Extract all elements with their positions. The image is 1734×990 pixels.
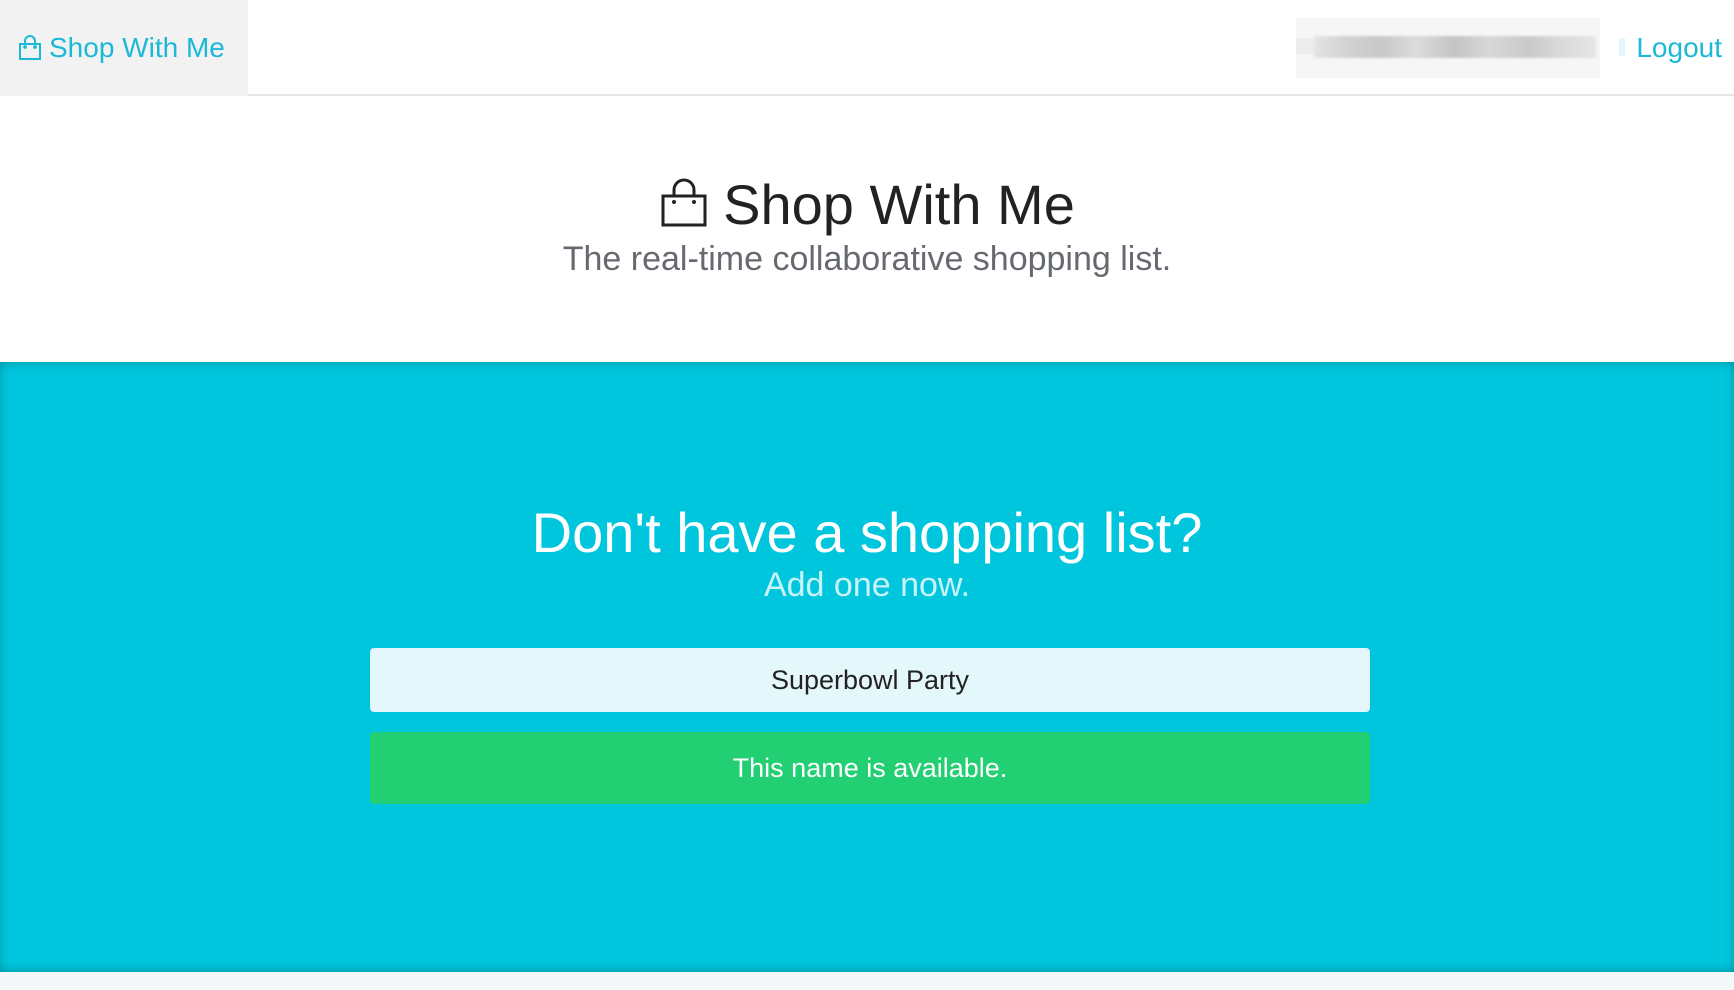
brand-label: Shop With Me	[49, 32, 225, 63]
page-title: Shop With Me	[0, 172, 1734, 237]
create-list-heading: Don't have a shopping list?	[531, 501, 1203, 564]
redacted-text	[1314, 36, 1596, 58]
page-title-text: Shop With Me	[723, 173, 1075, 236]
shopping-bag-icon	[17, 35, 43, 61]
page-subtitle: The real-time collaborative shopping lis…	[562, 240, 1172, 278]
create-list-section: Don't have a shopping list? Add one now.…	[0, 362, 1734, 972]
brand-link[interactable]: Shop With Me	[0, 0, 248, 96]
top-navbar: Shop With Me Logout	[0, 0, 1734, 96]
shopping-bag-icon	[659, 178, 709, 228]
redacted-edge	[1619, 38, 1625, 56]
footer-strip	[0, 972, 1734, 990]
name-available-alert: This name is available.	[370, 732, 1370, 804]
redacted-username	[1296, 18, 1600, 78]
logout-link[interactable]: Logout	[1636, 0, 1722, 96]
redacted-block	[1296, 38, 1314, 54]
create-list-subheading: Add one now.	[763, 566, 971, 604]
list-name-input[interactable]	[370, 648, 1370, 712]
